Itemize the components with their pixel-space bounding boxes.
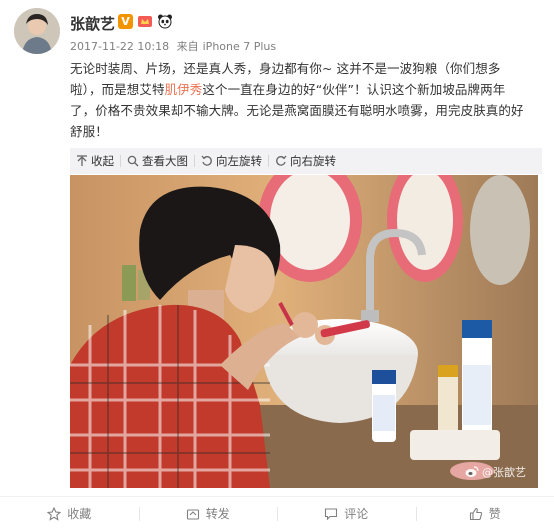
like-button[interactable]: 赞 bbox=[416, 497, 554, 530]
verified-badge[interactable]: V bbox=[118, 14, 133, 29]
star-icon bbox=[47, 507, 61, 521]
panda-icon[interactable] bbox=[157, 13, 173, 29]
rotate-left-icon bbox=[201, 155, 213, 167]
author-badges: V bbox=[118, 13, 173, 29]
magnifier-icon bbox=[127, 155, 139, 167]
comment-button[interactable]: 评论 bbox=[277, 497, 416, 530]
rotate-left-label: 向左旋转 bbox=[216, 153, 262, 169]
favorite-label: 收藏 bbox=[67, 505, 91, 522]
weibo-post: 张歆艺 V 2017-11-22 10:18 来自 iPhone 7 Plus 无… bbox=[0, 0, 554, 529]
weibo-logo-icon bbox=[465, 466, 479, 478]
comment-icon bbox=[324, 507, 338, 521]
member-crown-icon[interactable] bbox=[137, 13, 153, 29]
view-large-label: 查看大图 bbox=[142, 153, 188, 169]
rotate-left-button[interactable]: 向左旋转 bbox=[195, 148, 268, 174]
image-watermark: @张歆艺 bbox=[465, 464, 526, 480]
collapse-label: 收起 bbox=[91, 153, 114, 169]
action-bar: 收藏 转发 评论 赞 bbox=[0, 496, 554, 530]
rotate-right-button[interactable]: 向右旋转 bbox=[269, 148, 342, 174]
watermark-text: @张歆艺 bbox=[482, 464, 526, 480]
rotate-right-label: 向右旋转 bbox=[290, 153, 336, 169]
brand-mention-link[interactable]: 肌伊秀 bbox=[165, 82, 203, 97]
like-label: 赞 bbox=[489, 505, 501, 522]
source-prefix: 来自 bbox=[177, 40, 199, 53]
repost-icon bbox=[186, 507, 200, 521]
media-toolbar: 收起 查看大图 向左旋转 向右旋转 bbox=[70, 148, 542, 174]
photo-illustration bbox=[70, 175, 538, 488]
favorite-button[interactable]: 收藏 bbox=[0, 497, 139, 530]
view-large-button[interactable]: 查看大图 bbox=[121, 148, 194, 174]
repost-label: 转发 bbox=[206, 505, 230, 522]
collapse-icon bbox=[76, 155, 88, 167]
source-device[interactable]: iPhone 7 Plus bbox=[203, 40, 277, 53]
post-image[interactable]: @张歆艺 bbox=[70, 175, 538, 488]
repost-button[interactable]: 转发 bbox=[139, 497, 278, 530]
post-meta: 2017-11-22 10:18 来自 iPhone 7 Plus bbox=[70, 38, 280, 54]
avatar[interactable] bbox=[14, 8, 60, 54]
author-name[interactable]: 张歆艺 bbox=[70, 13, 115, 34]
rotate-right-icon bbox=[275, 155, 287, 167]
collapse-button[interactable]: 收起 bbox=[70, 148, 120, 174]
timestamp[interactable]: 2017-11-22 10:18 bbox=[70, 40, 169, 53]
thumbs-up-icon bbox=[469, 507, 483, 521]
post-content: 无论时装周、片场，还是真人秀，身边都有你~ 这并不是一波狗粮（你们想多啦），而是… bbox=[70, 58, 530, 142]
comment-label: 评论 bbox=[344, 505, 368, 522]
